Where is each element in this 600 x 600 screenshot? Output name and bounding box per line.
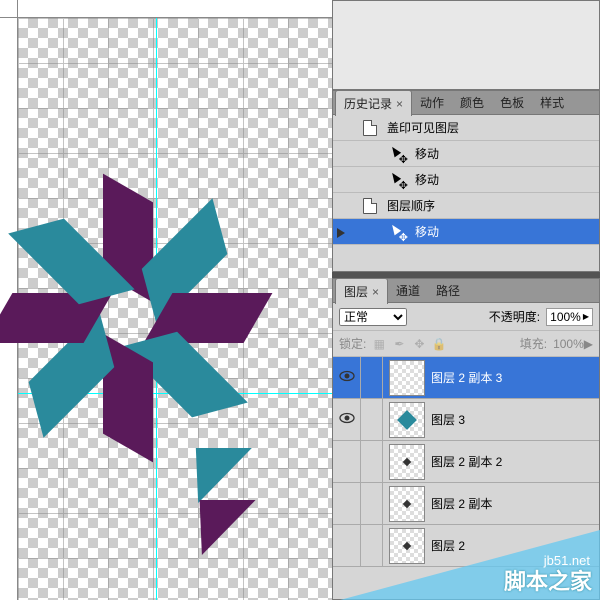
tab-paths[interactable]: 路径 <box>428 278 468 303</box>
tab-channels[interactable]: 通道 <box>388 278 428 303</box>
layers-tabs: 图层 × 通道 路径 <box>333 279 599 303</box>
link-toggle[interactable] <box>361 357 383 398</box>
fill-input[interactable]: 100%▶ <box>553 337 593 351</box>
tab-styles[interactable]: 样式 <box>532 90 572 115</box>
history-item[interactable]: 移动 <box>333 141 599 167</box>
lock-paint-icon[interactable]: ✒ <box>392 337 406 351</box>
ruler-origin[interactable] <box>0 0 18 18</box>
visibility-toggle[interactable] <box>333 525 361 566</box>
tab-history[interactable]: 历史记录 × <box>335 90 412 116</box>
eye-icon <box>339 370 355 385</box>
history-item[interactable]: 图层顺序 <box>333 193 599 219</box>
move-tool-icon <box>389 145 407 163</box>
history-item-label: 移动 <box>415 145 439 162</box>
layer-row[interactable]: 图层 2 副本 2 <box>333 441 599 483</box>
opacity-label: 不透明度: <box>489 308 540 325</box>
history-item[interactable]: 盖印可见图层 <box>333 115 599 141</box>
history-item[interactable]: 移动 <box>333 219 599 245</box>
layer-name[interactable]: 图层 2 副本 <box>431 495 492 512</box>
history-item[interactable]: 移动 <box>333 167 599 193</box>
layer-options-row-1: 正常 不透明度: 100%▶ <box>333 303 599 331</box>
tab-layers[interactable]: 图层 × <box>335 278 388 304</box>
layer-name[interactable]: 图层 3 <box>431 411 465 428</box>
history-item-label: 移动 <box>415 223 439 240</box>
history-panel: 历史记录 × 动作 颜色 色板 样式 盖印可见图层 移动 移动 图层顺序 移动 <box>332 90 600 272</box>
layer-list: 图层 2 副本 3 图层 3 图层 2 副本 2 图层 2 副本 图层 2 <box>333 357 599 567</box>
visibility-toggle[interactable] <box>333 357 361 398</box>
layer-row[interactable]: 图层 2 副本 3 <box>333 357 599 399</box>
layer-thumbnail[interactable] <box>389 486 425 522</box>
layer-row[interactable]: 图层 2 副本 <box>333 483 599 525</box>
history-list: 盖印可见图层 移动 移动 图层顺序 移动 <box>333 115 599 245</box>
eye-icon <box>339 412 355 427</box>
layer-name[interactable]: 图层 2 <box>431 537 465 554</box>
canvas-area <box>0 0 332 600</box>
tab-history-label: 历史记录 <box>344 97 392 111</box>
panel-blank-top <box>332 0 600 90</box>
ruler-horizontal[interactable] <box>18 0 332 18</box>
history-tabs: 历史记录 × 动作 颜色 色板 样式 <box>333 91 599 115</box>
layer-thumbnail[interactable] <box>389 402 425 438</box>
tab-layers-label: 图层 <box>344 285 368 299</box>
visibility-toggle[interactable] <box>333 399 361 440</box>
link-toggle[interactable] <box>361 483 383 524</box>
lock-label: 锁定: <box>339 335 366 352</box>
history-item-label: 图层顺序 <box>387 197 435 214</box>
history-item-label: 移动 <box>415 171 439 188</box>
lock-position-icon[interactable]: ✥ <box>412 337 426 351</box>
document-canvas[interactable] <box>18 18 332 600</box>
layers-panel: 图层 × 通道 路径 正常 不透明度: 100%▶ 锁定: ▦ ✒ ✥ 🔒 填充:… <box>332 278 600 600</box>
chevron-right-icon[interactable]: ▶ <box>584 337 593 351</box>
layer-name[interactable]: 图层 2 副本 3 <box>431 369 502 386</box>
opacity-input[interactable]: 100%▶ <box>546 308 593 326</box>
layer-row[interactable]: 图层 2 <box>333 525 599 567</box>
current-state-icon <box>337 228 345 238</box>
visibility-toggle[interactable] <box>333 441 361 482</box>
tab-actions[interactable]: 动作 <box>412 90 452 115</box>
link-toggle[interactable] <box>361 399 383 440</box>
layer-options-row-2: 锁定: ▦ ✒ ✥ 🔒 填充: 100%▶ <box>333 331 599 357</box>
chevron-right-icon[interactable]: ▶ <box>583 312 589 321</box>
blend-mode-select[interactable]: 正常 <box>339 308 407 326</box>
link-toggle[interactable] <box>361 525 383 566</box>
layer-thumbnail[interactable] <box>389 444 425 480</box>
layer-thumbnail[interactable] <box>389 528 425 564</box>
move-tool-icon <box>389 171 407 189</box>
artwork-star[interactable] <box>0 188 258 448</box>
layer-name[interactable]: 图层 2 副本 2 <box>431 453 502 470</box>
layer-thumbnail[interactable] <box>389 360 425 396</box>
link-toggle[interactable] <box>361 441 383 482</box>
document-icon <box>361 119 379 137</box>
artwork-arrow[interactable] <box>183 448 239 568</box>
fill-label: 填充: <box>520 335 547 352</box>
close-icon[interactable]: × <box>396 97 403 111</box>
lock-transparent-icon[interactable]: ▦ <box>372 337 386 351</box>
lock-all-icon[interactable]: 🔒 <box>432 337 446 351</box>
close-icon[interactable]: × <box>372 285 379 299</box>
move-tool-icon <box>389 223 407 241</box>
history-item-label: 盖印可见图层 <box>387 119 459 136</box>
document-icon <box>361 197 379 215</box>
visibility-toggle[interactable] <box>333 483 361 524</box>
layer-row[interactable]: 图层 3 <box>333 399 599 441</box>
tab-color[interactable]: 颜色 <box>452 90 492 115</box>
tab-swatches[interactable]: 色板 <box>492 90 532 115</box>
